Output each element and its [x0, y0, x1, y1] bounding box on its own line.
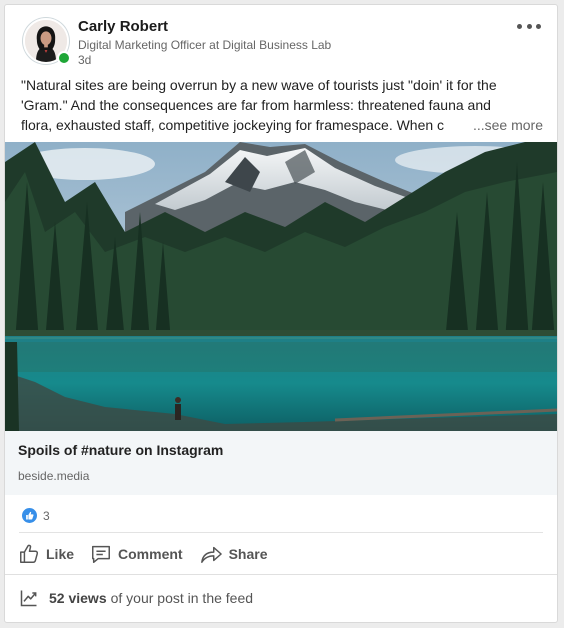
post-views-analytics[interactable]: 52 views of your post in the feed [19, 588, 253, 608]
post-text-line: "Natural sites are being overrun by a ne… [21, 77, 497, 93]
author-avatar[interactable] [23, 18, 71, 65]
post-card: Carly Robert Digital Marketing Officer a… [4, 4, 558, 623]
reactions-summary[interactable]: 3 [22, 508, 50, 523]
divider [5, 574, 557, 575]
post-text-line: 'Gram." And the consequences are far fro… [21, 97, 491, 113]
share-button[interactable]: Share [199, 543, 268, 565]
reaction-count: 3 [43, 508, 50, 523]
share-icon [200, 546, 222, 563]
author-name[interactable]: Carly Robert [78, 18, 331, 36]
divider [19, 532, 543, 533]
online-status-indicator [57, 51, 71, 65]
link-title[interactable]: Spoils of #nature on Instagram [18, 442, 223, 458]
analytics-chart-icon [20, 590, 37, 607]
shared-article-image[interactable] [5, 142, 557, 431]
comment-button[interactable]: Comment [90, 543, 183, 565]
thumbs-up-icon [20, 544, 39, 563]
comment-icon [92, 545, 110, 563]
like-label: Like [46, 546, 75, 562]
post-text-line: flora, exhausted staff, competitive jock… [21, 117, 445, 133]
author-headline: Digital Marketing Officer at Digital Bus… [78, 38, 332, 52]
link-domain: beside.media [18, 469, 90, 483]
link-preview[interactable]: Spoils of #nature on Instagram beside.me… [5, 431, 557, 495]
see-more-link[interactable]: ...see more [466, 115, 543, 135]
like-button[interactable]: Like [18, 543, 74, 565]
author-info: Carly Robert Digital Marketing Officer a… [78, 18, 331, 68]
views-count: 52 views [49, 590, 107, 606]
social-actions-bar: Like Comment Share [18, 540, 284, 568]
more-horizontal-icon [517, 23, 522, 29]
post-text: "Natural sites are being overrun by a ne… [21, 75, 543, 135]
like-reaction-icon [22, 508, 37, 523]
views-suffix: of your post in the feed [110, 590, 254, 606]
comment-label: Comment [118, 546, 183, 562]
post-timestamp: 3d [78, 53, 92, 67]
share-label: Share [228, 546, 268, 562]
more-options-button[interactable] [517, 19, 541, 33]
